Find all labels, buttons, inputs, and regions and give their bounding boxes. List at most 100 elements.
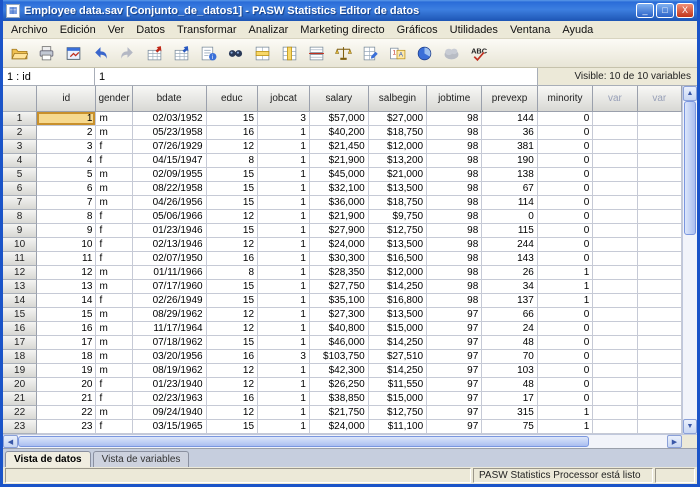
cell-6-jobcat[interactable]: 1 <box>258 182 310 196</box>
cell-3-salary[interactable]: $21,450 <box>310 140 369 154</box>
cell-3-salbegin[interactable]: $12,000 <box>369 140 427 154</box>
cell-2-jobtime[interactable]: 98 <box>427 126 482 140</box>
cell-7-jobtime[interactable]: 98 <box>427 196 482 210</box>
cell-3-gender[interactable]: f <box>96 140 132 154</box>
cell-11-minority[interactable]: 0 <box>538 252 593 266</box>
cell-8-jobcat[interactable]: 1 <box>258 210 310 224</box>
cell-3-prevexp[interactable]: 381 <box>482 140 538 154</box>
cell-20-minority[interactable]: 0 <box>538 378 593 392</box>
cell-3-id[interactable]: 3 <box>37 140 96 154</box>
cell-20-jobtime[interactable]: 97 <box>427 378 482 392</box>
cell-7-gender[interactable]: m <box>96 196 132 210</box>
menu-transformar[interactable]: Transformar <box>171 23 243 37</box>
menu-analizar[interactable]: Analizar <box>243 23 295 37</box>
show-all-variables-icon[interactable] <box>439 41 464 65</box>
cell-18-jobcat[interactable]: 3 <box>258 350 310 364</box>
split-file-icon[interactable] <box>304 41 329 65</box>
row-header-21[interactable]: 21 <box>3 392 37 406</box>
cell-14-prevexp[interactable]: 137 <box>482 294 538 308</box>
menu-ver[interactable]: Ver <box>102 23 131 37</box>
cell-6-educ[interactable]: 15 <box>207 182 258 196</box>
cell-19-jobtime[interactable]: 97 <box>427 364 482 378</box>
cell-23-jobcat[interactable]: 1 <box>258 420 310 434</box>
close-button[interactable]: X <box>676 3 694 18</box>
row-header-20[interactable]: 20 <box>3 378 37 392</box>
cell-18-gender[interactable]: m <box>96 350 132 364</box>
cell-21-educ[interactable]: 16 <box>207 392 258 406</box>
cell-8-salbegin[interactable]: $9,750 <box>369 210 427 224</box>
cell-22-var[interactable] <box>593 406 637 420</box>
cell-6-id[interactable]: 6 <box>37 182 96 196</box>
cell-6-salbegin[interactable]: $13,500 <box>369 182 427 196</box>
cell-20-id[interactable]: 20 <box>37 378 96 392</box>
cell-21-salary[interactable]: $38,850 <box>310 392 369 406</box>
row-header-19[interactable]: 19 <box>3 364 37 378</box>
cell-13-var[interactable] <box>593 280 637 294</box>
row-header-1[interactable]: 1 <box>3 112 37 126</box>
cell-16-bdate[interactable]: 11/17/1964 <box>133 322 207 336</box>
cell-8-id[interactable]: 8 <box>37 210 96 224</box>
variables-info-icon[interactable]: i <box>196 41 221 65</box>
row-header-3[interactable]: 3 <box>3 140 37 154</box>
scroll-up-icon[interactable]: ▲ <box>683 86 697 101</box>
cell-14-var[interactable] <box>638 294 682 308</box>
cell-1-bdate[interactable]: 02/03/1952 <box>133 112 207 126</box>
row-header-12[interactable]: 12 <box>3 266 37 280</box>
menu-marketing-directo[interactable]: Marketing directo <box>294 23 390 37</box>
cell-8-var[interactable] <box>593 210 637 224</box>
column-header-salary-5[interactable]: salary <box>310 86 369 112</box>
grid-corner[interactable] <box>3 86 37 112</box>
cell-16-var[interactable] <box>638 322 682 336</box>
cell-10-jobtime[interactable]: 98 <box>427 238 482 252</box>
cell-14-educ[interactable]: 15 <box>207 294 258 308</box>
cell-2-jobcat[interactable]: 1 <box>258 126 310 140</box>
cell-21-salbegin[interactable]: $15,000 <box>369 392 427 406</box>
cell-2-var[interactable] <box>638 126 682 140</box>
cell-5-id[interactable]: 5 <box>37 168 96 182</box>
cell-20-gender[interactable]: f <box>96 378 132 392</box>
cell-2-salary[interactable]: $40,200 <box>310 126 369 140</box>
cell-10-id[interactable]: 10 <box>37 238 96 252</box>
cell-10-var[interactable] <box>638 238 682 252</box>
cell-16-prevexp[interactable]: 24 <box>482 322 538 336</box>
menu-ventana[interactable]: Ventana <box>504 23 556 37</box>
cell-21-bdate[interactable]: 02/23/1963 <box>133 392 207 406</box>
cell-11-prevexp[interactable]: 143 <box>482 252 538 266</box>
cell-17-jobcat[interactable]: 1 <box>258 336 310 350</box>
row-header-6[interactable]: 6 <box>3 182 37 196</box>
cell-16-minority[interactable]: 0 <box>538 322 593 336</box>
cell-6-prevexp[interactable]: 67 <box>482 182 538 196</box>
cell-2-bdate[interactable]: 05/23/1958 <box>133 126 207 140</box>
cell-15-prevexp[interactable]: 66 <box>482 308 538 322</box>
cell-19-var[interactable] <box>638 364 682 378</box>
cell-12-salbegin[interactable]: $12,000 <box>369 266 427 280</box>
scroll-down-icon[interactable]: ▼ <box>683 419 697 434</box>
cell-3-var[interactable] <box>638 140 682 154</box>
cell-23-gender[interactable]: f <box>96 420 132 434</box>
cell-18-var[interactable] <box>593 350 637 364</box>
weight-cases-icon[interactable] <box>331 41 356 65</box>
cell-16-salbegin[interactable]: $15,000 <box>369 322 427 336</box>
tab-vista-de-datos[interactable]: Vista de datos <box>5 451 91 467</box>
select-cases-icon[interactable] <box>358 41 383 65</box>
cell-14-salary[interactable]: $35,100 <box>310 294 369 308</box>
cell-7-educ[interactable]: 15 <box>207 196 258 210</box>
cell-12-salary[interactable]: $28,350 <box>310 266 369 280</box>
cell-11-gender[interactable]: f <box>96 252 132 266</box>
cell-23-prevexp[interactable]: 75 <box>482 420 538 434</box>
scroll-right-icon[interactable]: ▶ <box>667 435 682 448</box>
cell-1-educ[interactable]: 15 <box>207 112 258 126</box>
cell-3-bdate[interactable]: 07/26/1929 <box>133 140 207 154</box>
cell-12-var[interactable] <box>638 266 682 280</box>
cell-4-bdate[interactable]: 04/15/1947 <box>133 154 207 168</box>
cell-12-id[interactable]: 12 <box>37 266 96 280</box>
cell-8-jobtime[interactable]: 98 <box>427 210 482 224</box>
cell-16-educ[interactable]: 12 <box>207 322 258 336</box>
cell-16-salary[interactable]: $40,800 <box>310 322 369 336</box>
cell-21-jobtime[interactable]: 97 <box>427 392 482 406</box>
cell-12-bdate[interactable]: 01/11/1966 <box>133 266 207 280</box>
cell-8-minority[interactable]: 0 <box>538 210 593 224</box>
cell-8-educ[interactable]: 12 <box>207 210 258 224</box>
cell-7-salary[interactable]: $36,000 <box>310 196 369 210</box>
cell-23-salbegin[interactable]: $11,100 <box>369 420 427 434</box>
